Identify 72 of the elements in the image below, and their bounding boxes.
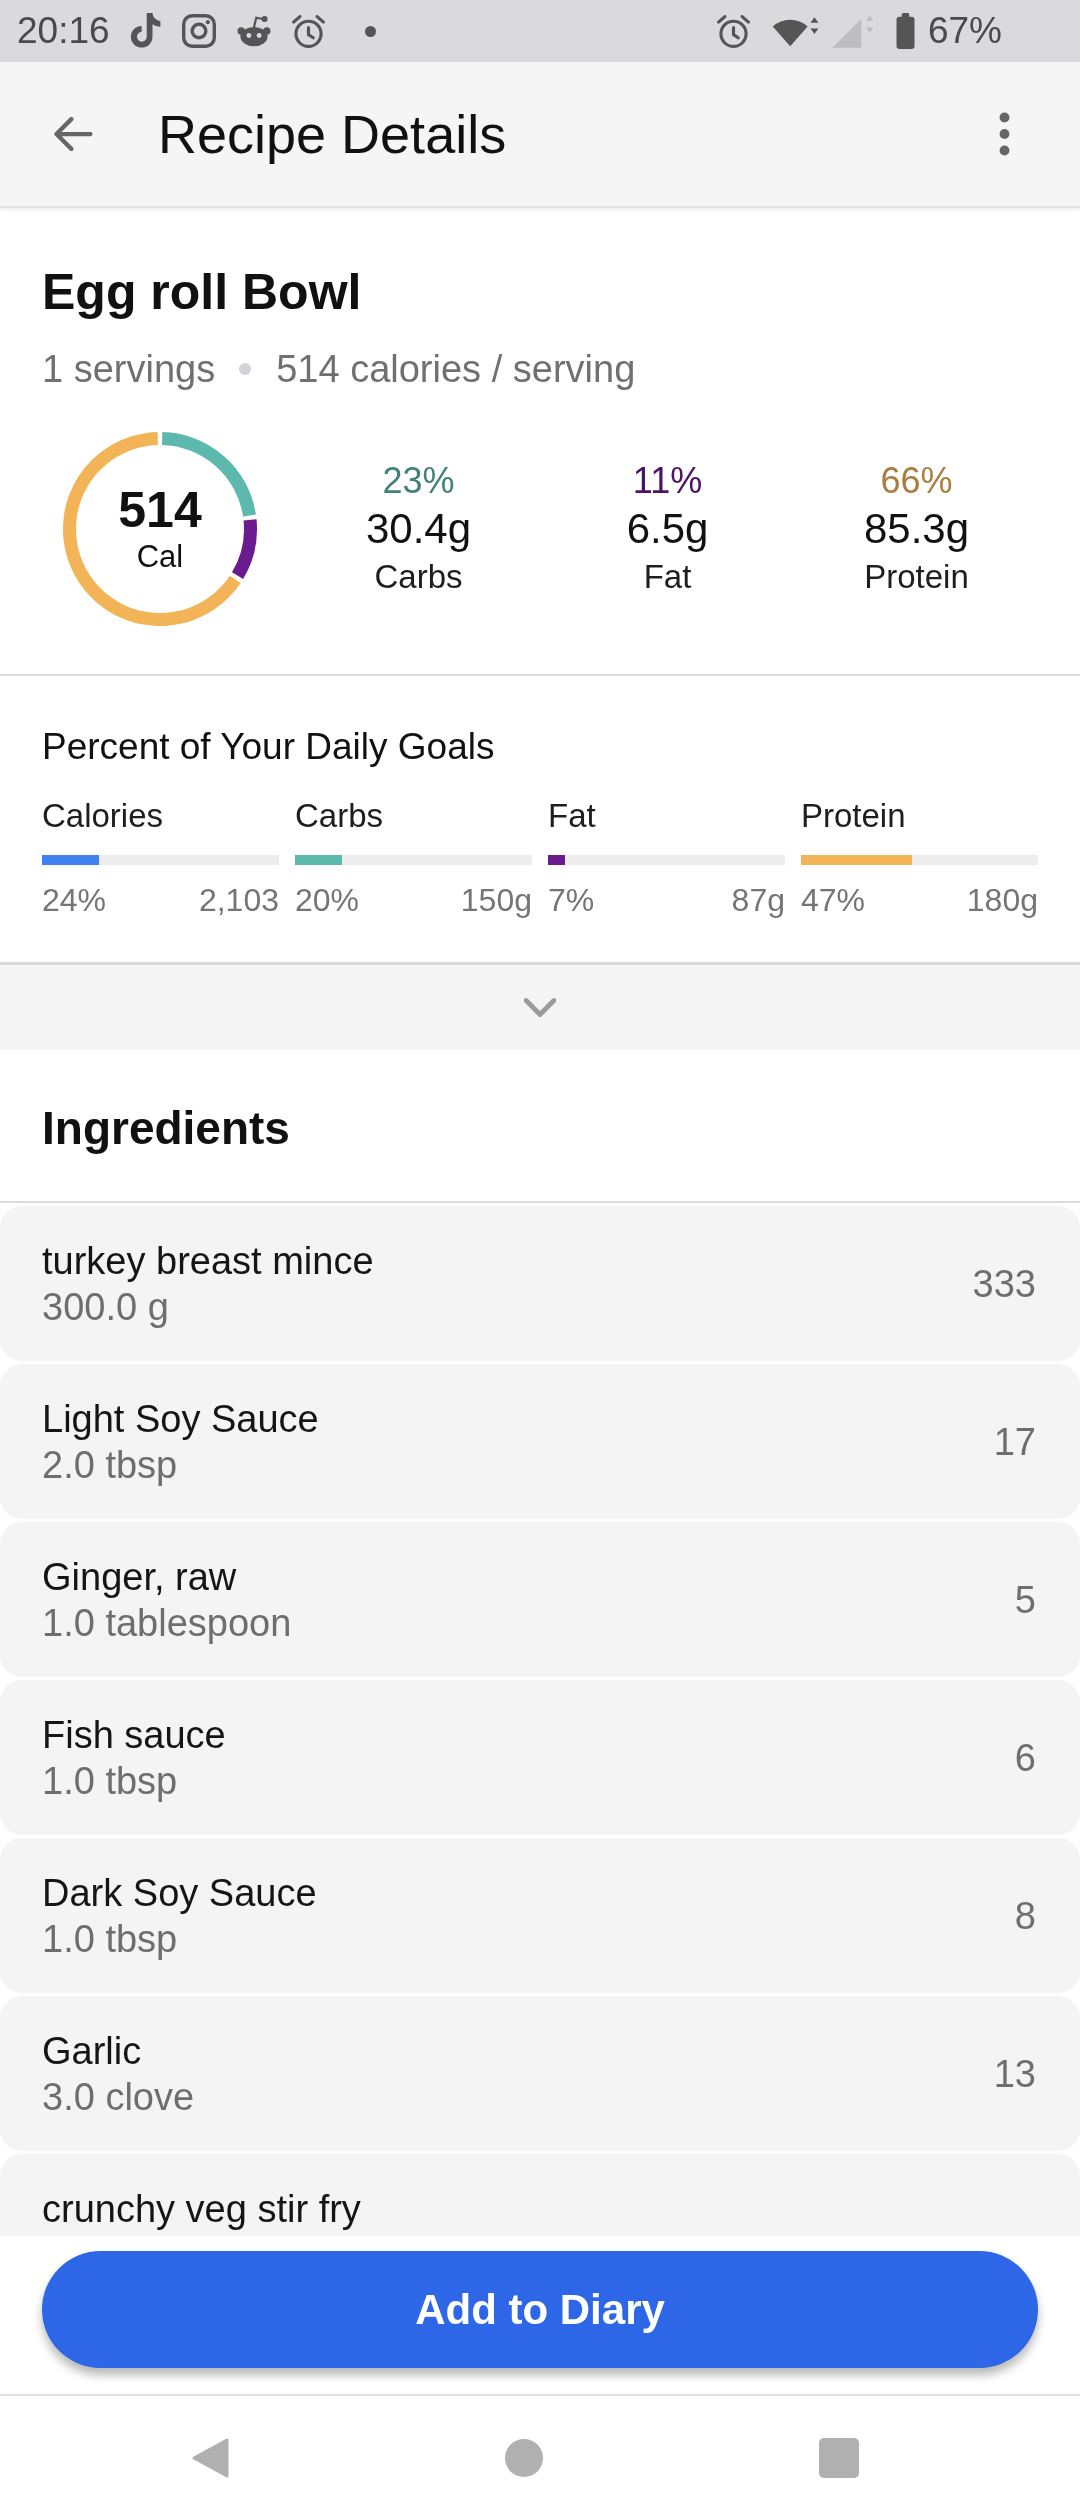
screen-title: Recipe Details (158, 103, 508, 166)
ingredient-calories: 5 (1014, 1577, 1036, 1623)
alarm-clock-icon (291, 14, 325, 48)
ingredient-row[interactable]: Fish sauce 1.0 tbsp 6 (0, 1680, 1080, 1835)
goal-percent: 7% (548, 881, 595, 919)
ingredient-name: crunchy veg stir fry (42, 2186, 361, 2232)
goal-label: Calories (42, 797, 164, 834)
goal-target: 2,103 (198, 881, 279, 919)
section-title: Percent of Your Daily Goals (42, 725, 496, 769)
goal-target: 87g (731, 881, 785, 919)
alien-head-icon (235, 15, 272, 47)
battery-icon (894, 13, 916, 49)
wifi-icon (771, 14, 819, 48)
signal-icon (830, 14, 875, 48)
ingredient-quantity: 1.0 tbsp (42, 1916, 179, 1962)
macro-percent: 66% (880, 459, 953, 503)
calorie-unit: Cal (135, 538, 185, 576)
macro-label: Carbs (374, 557, 463, 597)
recipe-title: Egg roll Bowl (42, 263, 363, 322)
goal-percent: 20% (295, 881, 360, 919)
battery-percent: 67% (927, 9, 1002, 53)
macro-amount: 85.3g (863, 504, 970, 554)
goal-percent: 24% (42, 881, 107, 919)
section-title: Ingredients (42, 1101, 291, 1156)
macro-label: Fat (643, 557, 692, 597)
calorie-total: 514 (118, 482, 202, 538)
ingredient-calories: 13 (993, 2051, 1036, 2097)
ingredient-row[interactable]: crunchy veg stir fry (0, 2154, 1080, 2236)
ingredient-name: Ginger, raw (42, 1554, 238, 1600)
goal-percent: 47% (801, 881, 866, 919)
camera-icon (181, 14, 216, 48)
ingredient-calories: 333 (972, 1261, 1036, 1307)
ingredient-quantity: 1.0 tbsp (42, 1758, 179, 1804)
ingredient-row[interactable]: turkey breast mince 300.0 g 333 (0, 1206, 1080, 1361)
ingredient-calories: 8 (1014, 1893, 1036, 1939)
ingredient-row[interactable]: Ginger, raw 1.0 tablespoon 5 (0, 1522, 1080, 1677)
ingredient-quantity: 1.0 tablespoon (42, 1600, 292, 1646)
ingredient-name: Dark Soy Sauce (42, 1870, 317, 1916)
servings-text: 1 servings (42, 347, 216, 392)
ingredient-name: turkey breast mince (42, 1238, 374, 1284)
ingredient-quantity: 2.0 tbsp (42, 1442, 179, 1488)
calories-per-serving: 514 calories / serving (276, 347, 636, 392)
ingredient-name: Garlic (42, 2028, 143, 2074)
music-note-icon (129, 13, 162, 49)
back-nav-icon[interactable] (191, 2437, 229, 2479)
macro-percent: 11% (632, 459, 703, 503)
goal-label: Carbs (295, 797, 384, 834)
goal-target: 180g (966, 881, 1038, 919)
goal-target: 150g (460, 881, 532, 919)
ingredient-calories: 17 (993, 1419, 1036, 1465)
macro-amount: 30.4g (365, 504, 472, 554)
goal-label: Protein (801, 797, 906, 834)
add-to-diary-button[interactable]: Add to Diary (42, 2251, 1038, 2368)
ingredient-row[interactable]: Garlic 3.0 clove 13 (0, 1996, 1080, 2151)
ingredient-quantity: 300.0 g (42, 1284, 170, 1330)
macro-label: Protein (864, 557, 969, 597)
goal-label: Fat (548, 797, 596, 834)
ingredient-row[interactable]: Dark Soy Sauce 1.0 tbsp 8 (0, 1838, 1080, 1993)
dot-icon (364, 25, 376, 37)
separator-dot-icon (239, 363, 252, 375)
ingredient-calories: 6 (1014, 1735, 1036, 1781)
status-time: 20:16 (17, 9, 110, 53)
home-nav-icon[interactable] (505, 2439, 543, 2477)
ingredient-quantity: 3.0 clove (42, 2074, 195, 2120)
chevron-down-icon[interactable] (524, 998, 556, 1017)
macro-amount: 6.5g (626, 504, 709, 554)
alarm-clock-icon (716, 14, 750, 48)
ingredient-name: Fish sauce (42, 1712, 226, 1758)
ingredient-row[interactable]: Light Soy Sauce 2.0 tbsp 17 (0, 1364, 1080, 1519)
macro-percent: 23% (382, 459, 455, 503)
ingredient-name: Light Soy Sauce (42, 1396, 319, 1442)
more-options-icon[interactable] (999, 112, 1010, 156)
